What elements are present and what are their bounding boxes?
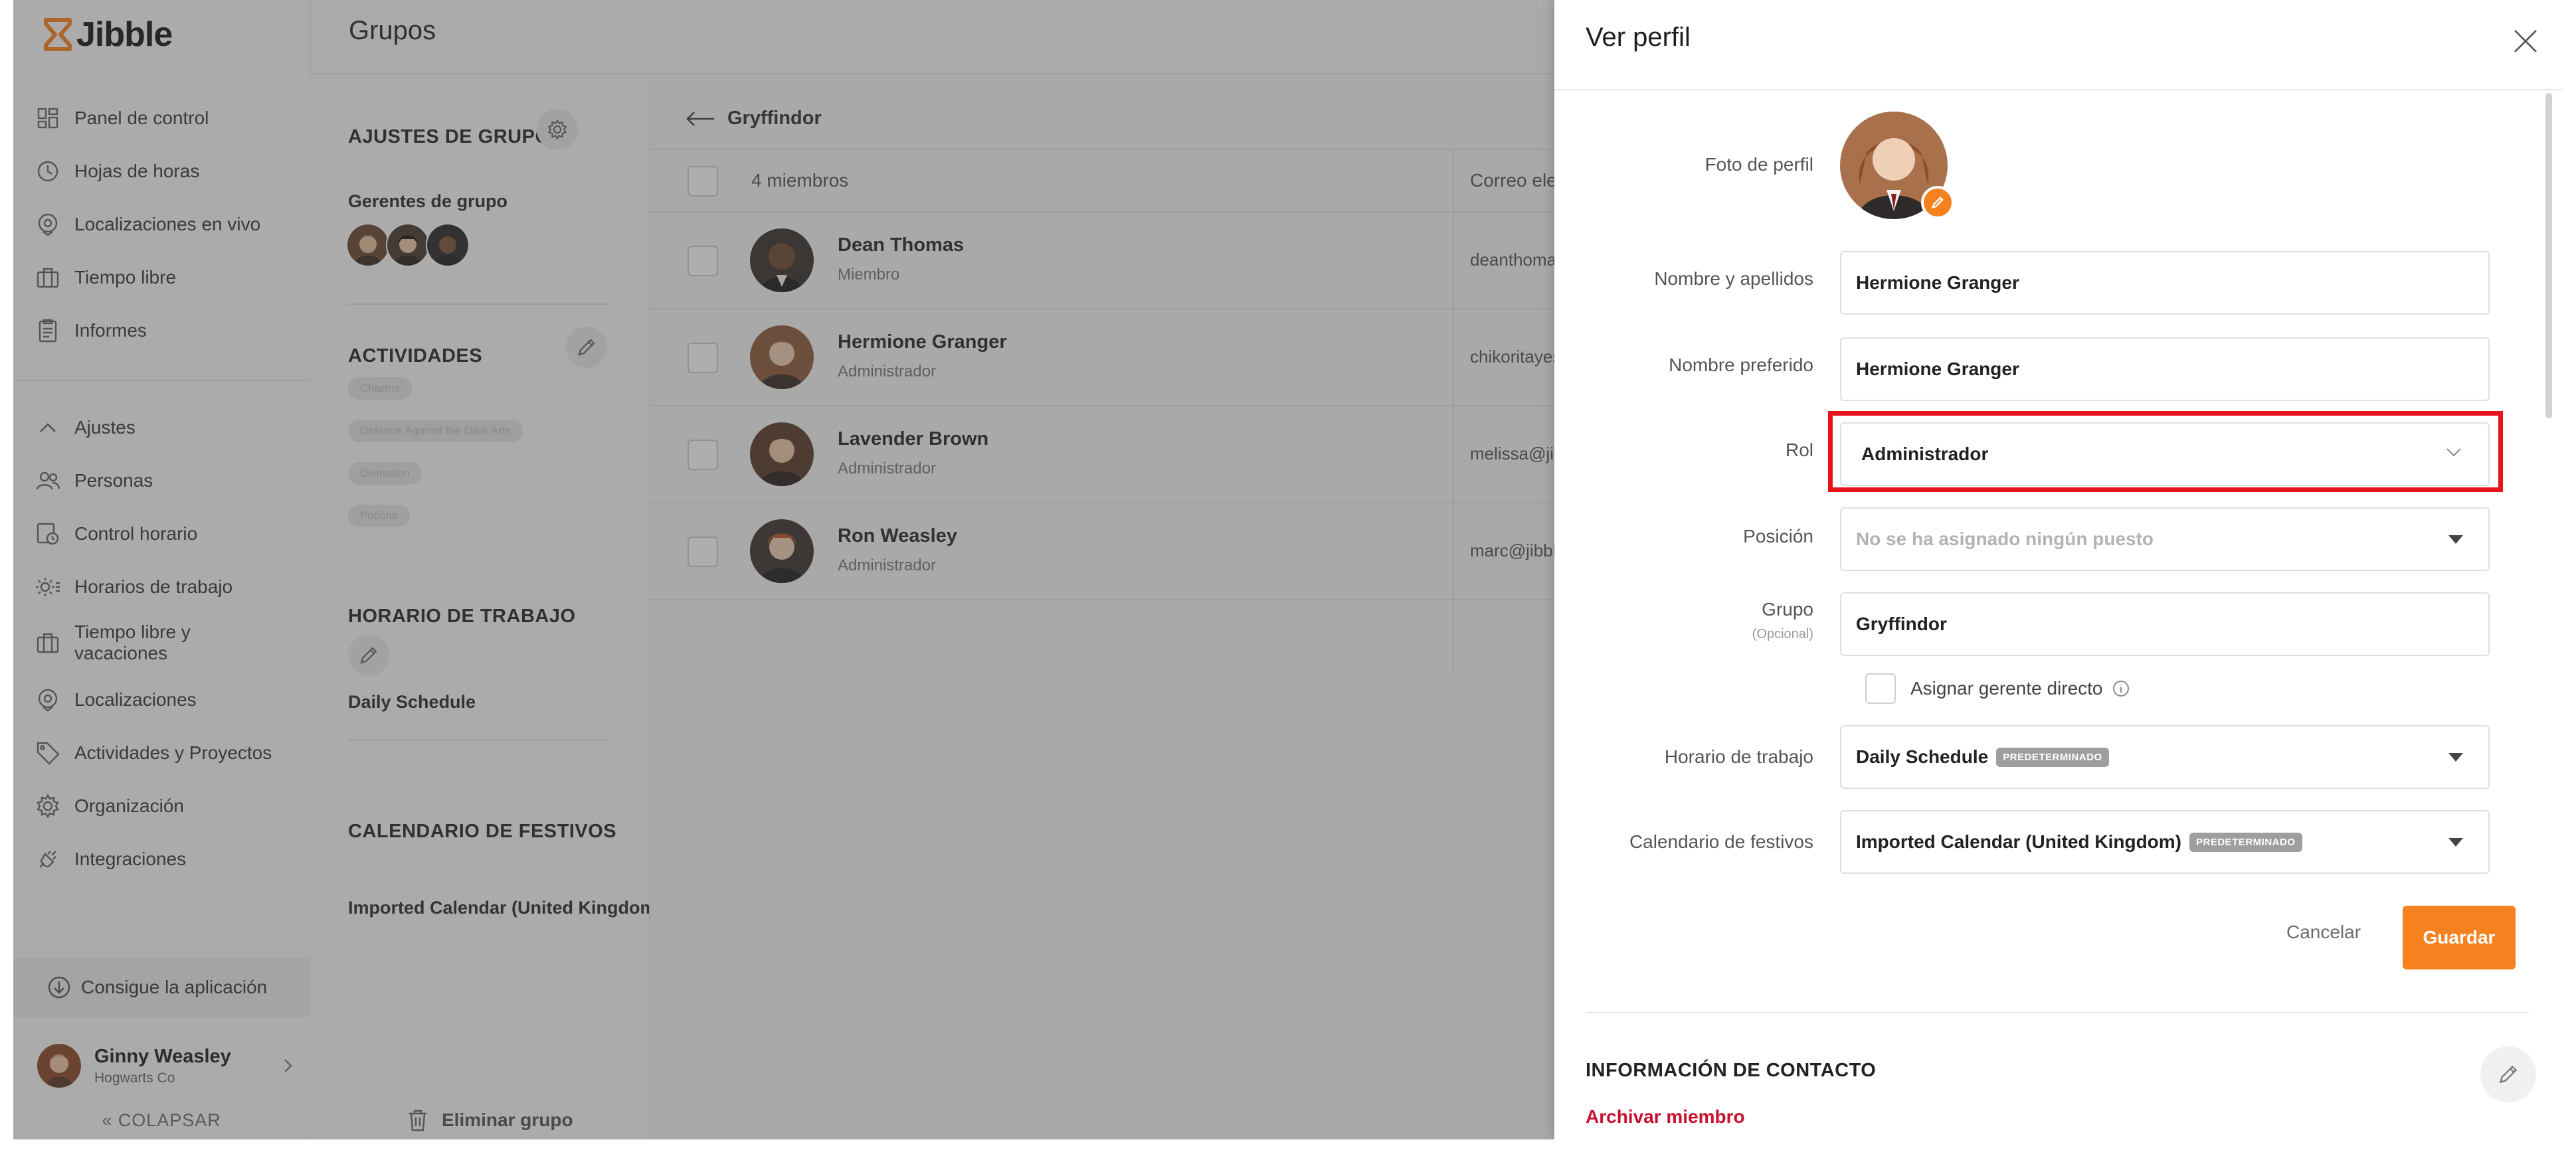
role-label: Rol xyxy=(1785,440,1813,460)
drawer-title: Ver perfil xyxy=(1586,23,1691,52)
pencil-icon xyxy=(1932,197,1944,208)
checkbox[interactable] xyxy=(1865,673,1896,704)
preferred-name-value: Hermione Granger xyxy=(1856,359,2019,379)
screen: Jibble Panel de control Hojas de horas L… xyxy=(0,0,2576,1166)
group-value: Gryffindor xyxy=(1856,614,1947,634)
app-window: Jibble Panel de control Hojas de horas L… xyxy=(13,0,2563,1139)
edit-photo-button[interactable] xyxy=(1921,186,1954,219)
profile-photo-label: Foto de perfil xyxy=(1704,154,1813,175)
cancel-button[interactable]: Cancelar xyxy=(2286,922,2361,943)
full-name-label: Nombre y apellidos xyxy=(1654,268,1813,289)
holiday-calendar-value: Imported Calendar (United Kingdom) xyxy=(1856,831,2181,852)
group-optional-label: (Opcional) xyxy=(1752,627,1813,641)
group-label: Grupo xyxy=(1762,599,1813,620)
scrollbar[interactable] xyxy=(2545,93,2552,418)
work-schedule-label: Horario de trabajo xyxy=(1664,746,1813,767)
preferred-name-label: Nombre preferido xyxy=(1669,355,1813,375)
save-button[interactable]: Guardar xyxy=(2403,906,2516,969)
default-badge: PREDETERMINADO xyxy=(1996,747,2109,767)
full-name-field[interactable]: Hermione Granger xyxy=(1840,251,2490,315)
work-schedule-select[interactable]: Daily Schedule PREDETERMINADO xyxy=(1840,725,2490,789)
holiday-calendar-label: Calendario de festivos xyxy=(1629,831,1813,852)
view-profile-drawer: Ver perfil Foto de perfil Nombre y apell… xyxy=(1554,0,2563,1139)
caret-down-icon xyxy=(2448,838,2463,847)
pencil-icon xyxy=(2499,1065,2518,1084)
highlight-box xyxy=(1828,411,2503,492)
contact-info-title: INFORMACIÓN DE CONTACTO xyxy=(1586,1060,1877,1081)
section-divider xyxy=(1586,1012,2529,1013)
full-name-value: Hermione Granger xyxy=(1856,272,2019,293)
work-schedule-value: Daily Schedule xyxy=(1856,746,1989,767)
assign-manager-checkbox[interactable]: Asignar gerente directo xyxy=(1865,673,2131,704)
drawer-header-divider xyxy=(1554,89,2563,90)
default-badge: PREDETERMINADO xyxy=(2189,832,2302,852)
holiday-calendar-select[interactable]: Imported Calendar (United Kingdom) PREDE… xyxy=(1840,810,2490,874)
info-icon[interactable] xyxy=(2111,679,2131,699)
position-select[interactable]: No se ha asignado ningún puesto xyxy=(1840,507,2490,571)
edit-contact-button[interactable] xyxy=(2480,1046,2536,1102)
close-icon[interactable] xyxy=(2511,27,2540,56)
group-field[interactable]: Gryffindor xyxy=(1840,592,2490,656)
caret-down-icon xyxy=(2448,753,2463,762)
position-label: Posición xyxy=(1743,526,1813,546)
caret-down-icon xyxy=(2448,535,2463,544)
assign-manager-label: Asignar gerente directo xyxy=(1910,678,2103,699)
archive-member-link[interactable]: Archivar miembro xyxy=(1586,1106,1745,1127)
preferred-name-field[interactable]: Hermione Granger xyxy=(1840,337,2490,401)
save-label: Guardar xyxy=(2423,927,2496,948)
modal-backdrop[interactable] xyxy=(13,0,1554,1139)
position-placeholder: No se ha asignado ningún puesto xyxy=(1856,529,2154,549)
